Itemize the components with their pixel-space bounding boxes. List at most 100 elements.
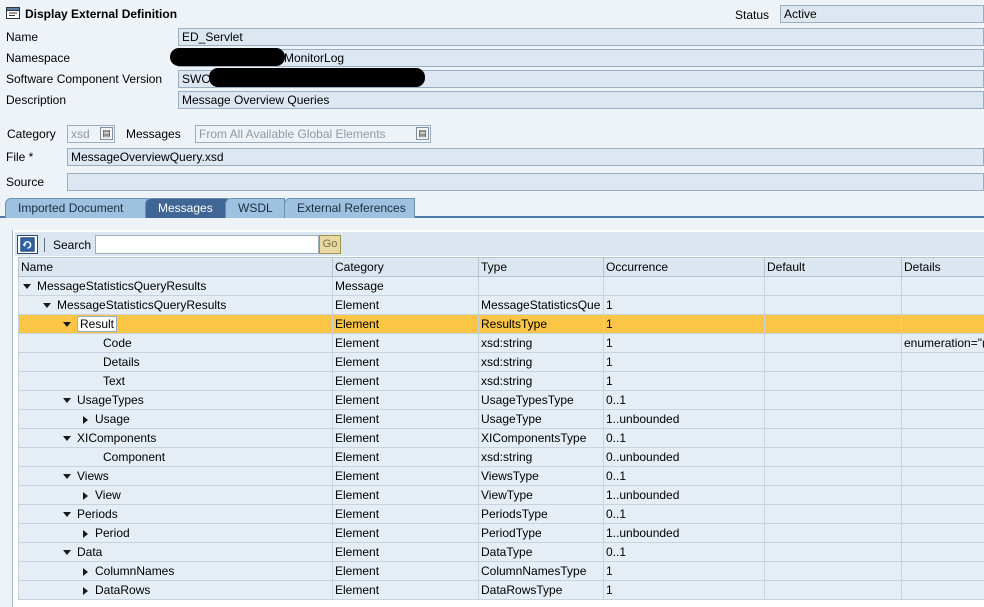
table-row[interactable]: XIComponents Element XIComponentsType 0..1 [18,428,984,448]
cell-type[interactable]: DataType [478,542,604,562]
cell-type[interactable]: PeriodType [478,523,604,543]
expand-right-icon[interactable] [83,586,88,595]
cell-category[interactable]: Element [332,333,479,353]
cell-category[interactable]: Element [332,409,479,429]
cell-type[interactable] [478,276,604,296]
cell-details[interactable] [901,276,984,296]
tab-imported-document[interactable]: Imported Document [5,198,148,218]
cell-name[interactable]: ColumnNames [18,561,333,581]
table-row[interactable]: Data Element DataType 0..1 [18,542,984,562]
cell-name[interactable]: XIComponents [18,428,333,448]
cell-name[interactable]: MessageStatisticsQueryResults [18,276,333,296]
cell-type[interactable]: PeriodsType [478,504,604,524]
cell-default[interactable] [764,580,902,600]
cell-category[interactable]: Element [332,523,479,543]
cell-occurrence[interactable]: 0..1 [603,542,765,562]
table-row[interactable]: Usage Element UsageType 1..unbounded [18,409,984,429]
tab-wsdl[interactable]: WSDL [225,198,285,218]
cell-details[interactable] [901,466,984,486]
messages-dropdown-icon[interactable]: ▤ [416,127,429,140]
column-header-default[interactable]: Default [764,257,902,277]
cell-details[interactable] [901,447,984,467]
messages-field[interactable]: From All Available Global Elements [195,125,431,143]
cell-type[interactable]: xsd:string [478,352,604,372]
column-header-name[interactable]: Name [18,257,333,277]
cell-default[interactable] [764,409,902,429]
cell-name[interactable]: Details [18,352,333,372]
cell-default[interactable] [764,523,902,543]
cell-occurrence[interactable]: 1 [603,561,765,581]
refresh-icon[interactable] [17,235,38,254]
cell-details[interactable] [901,485,984,505]
cell-occurrence[interactable]: 1 [603,580,765,600]
cell-name[interactable]: View [18,485,333,505]
cell-category[interactable]: Element [332,504,479,524]
cell-name[interactable]: Period [18,523,333,543]
cell-type[interactable]: xsd:string [478,371,604,391]
column-header-type[interactable]: Type [478,257,604,277]
cell-category[interactable]: Element [332,428,479,448]
cell-occurrence[interactable]: 0..1 [603,504,765,524]
tab-messages[interactable]: Messages [145,198,228,218]
expand-right-icon[interactable] [83,567,88,576]
cell-details[interactable]: enumeration="( [901,333,984,353]
cell-details[interactable] [901,314,984,334]
cell-category[interactable]: Element [332,371,479,391]
cell-category[interactable]: Element [332,295,479,315]
search-input[interactable] [95,235,319,254]
cell-name[interactable]: DataRows [18,580,333,600]
cell-occurrence[interactable]: 0..1 [603,466,765,486]
table-row[interactable]: DataRows Element DataRowsType 1 [18,580,984,600]
cell-type[interactable]: ResultsType [478,314,604,334]
table-row[interactable]: Component Element xsd:string 0..unbounded [18,447,984,467]
table-row[interactable]: Views Element ViewsType 0..1 [18,466,984,486]
table-row[interactable]: MessageStatisticsQueryResults Message [18,276,984,296]
cell-type[interactable]: UsageType [478,409,604,429]
cell-default[interactable] [764,314,902,334]
cell-category[interactable]: Element [332,447,479,467]
cell-default[interactable] [764,504,902,524]
table-row[interactable]: Result Element ResultsType 1 [18,314,984,334]
expand-down-icon[interactable] [63,474,71,480]
cell-name[interactable]: Result [18,314,333,334]
cell-occurrence[interactable]: 1 [603,314,765,334]
cell-details[interactable] [901,504,984,524]
expand-down-icon[interactable] [43,303,51,309]
cell-default[interactable] [764,295,902,315]
cell-name[interactable]: Usage [18,409,333,429]
cell-category[interactable]: Element [332,561,479,581]
cell-type[interactable]: UsageTypesType [478,390,604,410]
cell-default[interactable] [764,276,902,296]
expand-right-icon[interactable] [83,415,88,424]
cell-name[interactable]: UsageTypes [18,390,333,410]
expand-right-icon[interactable] [83,491,88,500]
table-row[interactable]: ColumnNames Element ColumnNamesType 1 [18,561,984,581]
cell-details[interactable] [901,295,984,315]
cell-type[interactable]: ViewsType [478,466,604,486]
cell-details[interactable] [901,542,984,562]
cell-details[interactable] [901,523,984,543]
table-row[interactable]: Period Element PeriodType 1..unbounded [18,523,984,543]
cell-details[interactable] [901,561,984,581]
cell-default[interactable] [764,561,902,581]
column-header-occurrence[interactable]: Occurrence [603,257,765,277]
cell-occurrence[interactable]: 1 [603,333,765,353]
cell-type[interactable]: xsd:string [478,333,604,353]
expand-down-icon[interactable] [63,322,71,328]
cell-default[interactable] [764,371,902,391]
expand-down-icon[interactable] [63,550,71,556]
cell-occurrence[interactable]: 1 [603,295,765,315]
cell-default[interactable] [764,466,902,486]
table-row[interactable]: Text Element xsd:string 1 [18,371,984,391]
column-header-details[interactable]: Details [901,257,984,277]
go-button[interactable]: Go [319,235,341,254]
expand-down-icon[interactable] [63,512,71,518]
cell-name[interactable]: Views [18,466,333,486]
cell-type[interactable]: ViewType [478,485,604,505]
cell-occurrence[interactable]: 0..1 [603,428,765,448]
cell-default[interactable] [764,428,902,448]
cell-category[interactable]: Element [332,542,479,562]
cell-default[interactable] [764,542,902,562]
cell-default[interactable] [764,447,902,467]
cell-occurrence[interactable]: 1..unbounded [603,409,765,429]
